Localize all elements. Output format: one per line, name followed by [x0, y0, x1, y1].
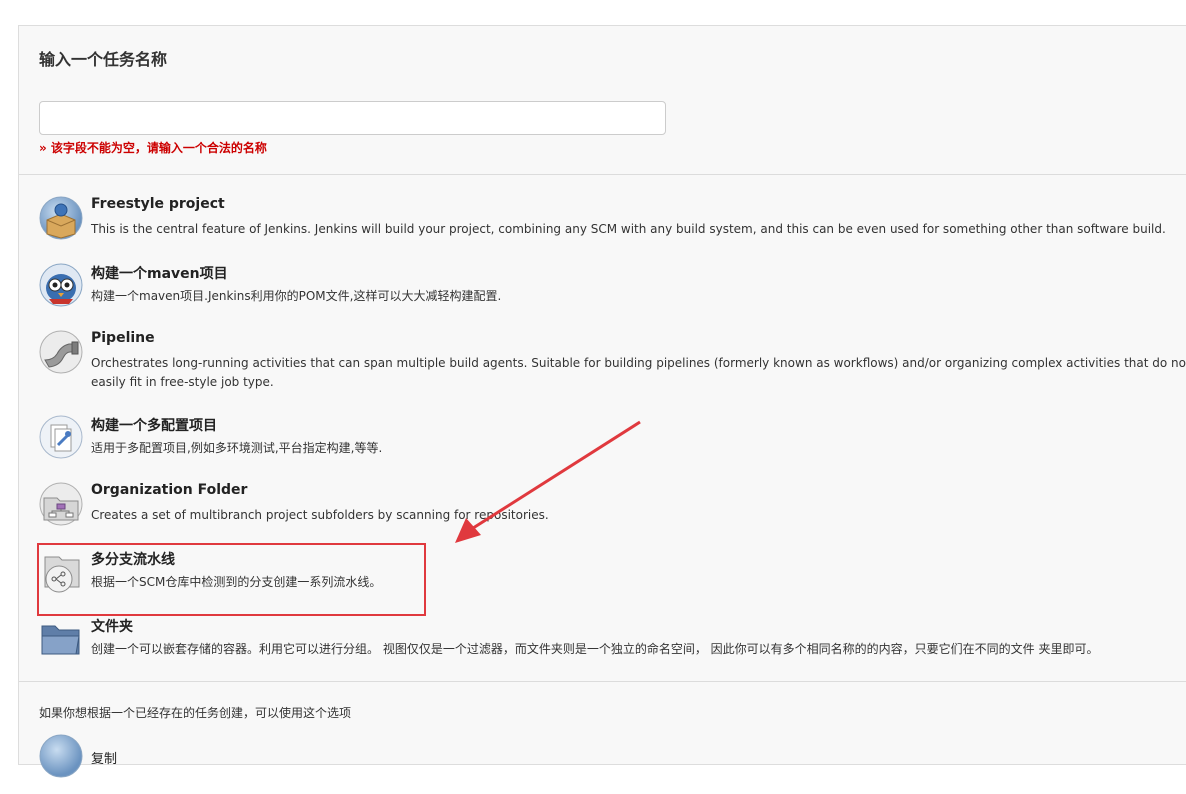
- copy-from-hint: 如果你想根据一个已经存在的任务创建，可以使用这个选项: [39, 706, 352, 720]
- item-type-multi-config[interactable]: 构建一个多配置项目 适用于多配置项目,例如多环境测试,平台指定构建,等等.: [39, 415, 1186, 475]
- item-type-label: 构建一个maven项目: [91, 266, 228, 282]
- pipeline-pipe-icon: [39, 330, 83, 374]
- item-type-description: 适用于多配置项目,例如多环境测试,平台指定构建,等等.: [91, 441, 383, 455]
- divider: [19, 174, 1186, 175]
- item-type-description: 构建一个maven项目.Jenkins利用你的POM文件,这样可以大大减轻构建配…: [91, 289, 502, 303]
- freestyle-box-icon: [39, 196, 83, 240]
- item-type-label: 文件夹: [91, 619, 133, 635]
- item-type-pipeline[interactable]: Pipeline Orchestrates long-running activ…: [39, 330, 1186, 390]
- copy-icon: [39, 734, 83, 778]
- item-type-organization-folder[interactable]: Organization Folder Creates a set of mul…: [39, 482, 1186, 542]
- item-name-error: » 该字段不能为空，请输入一个合法的名称: [39, 141, 267, 155]
- item-name-input[interactable]: [39, 101, 666, 135]
- multi-config-icon: [39, 415, 83, 459]
- divider: [19, 681, 1186, 682]
- item-type-description: Creates a set of multibranch project sub…: [91, 508, 549, 522]
- item-name-section: 输入一个任务名称 » 该字段不能为空，请输入一个合法的名称: [19, 26, 1186, 174]
- item-type-description: Orchestrates long-running activities tha…: [91, 356, 1186, 389]
- new-item-panel: 输入一个任务名称 » 该字段不能为空，请输入一个合法的名称 Freestyle …: [18, 25, 1186, 778]
- item-type-description: This is the central feature of Jenkins. …: [91, 222, 1166, 236]
- item-type-freestyle[interactable]: Freestyle project This is the central fe…: [39, 196, 1186, 256]
- item-type-label: Organization Folder: [91, 482, 248, 498]
- item-name-title: 输入一个任务名称: [39, 50, 168, 69]
- organization-folder-icon: [39, 482, 83, 526]
- item-type-label: Freestyle project: [91, 196, 225, 212]
- maven-owl-icon: [39, 263, 83, 307]
- item-type-label: Pipeline: [91, 330, 155, 346]
- folder-icon: [39, 616, 83, 660]
- item-type-maven[interactable]: 构建一个maven项目 构建一个maven项目.Jenkins利用你的POM文件…: [39, 263, 1186, 323]
- highlight-box: [37, 543, 426, 616]
- item-type-folder[interactable]: 文件夹 创建一个可以嵌套存储的容器。利用它可以进行分组。 视图仅仅是一个过滤器，…: [39, 616, 1186, 676]
- item-type-copy[interactable]: 复制: [39, 734, 1186, 794]
- item-type-label: 构建一个多配置项目: [91, 418, 217, 434]
- item-type-description: 创建一个可以嵌套存储的容器。利用它可以进行分组。 视图仅仅是一个过滤器，而文件夹…: [91, 642, 1099, 656]
- copy-label: 复制: [91, 752, 118, 767]
